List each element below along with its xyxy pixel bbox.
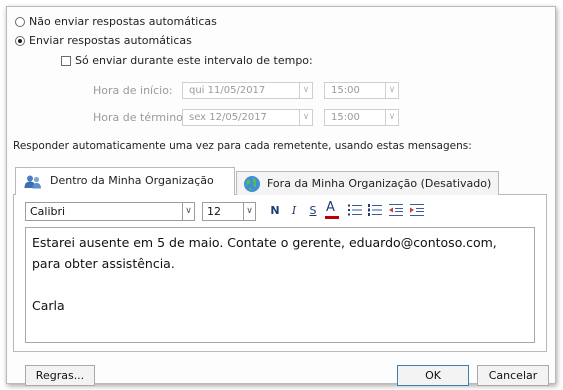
start-time-field[interactable]: 15:00: [324, 82, 386, 99]
font-color-bar: [325, 216, 339, 219]
bold-button[interactable]: N: [268, 204, 282, 217]
font-color-button[interactable]: A: [324, 200, 340, 219]
font-size-field[interactable]: 12: [202, 202, 244, 221]
time-range-label[interactable]: Só enviar durante este intervalo de temp…: [75, 54, 313, 67]
underline-button[interactable]: S: [306, 204, 320, 217]
numbering-icon[interactable]: [367, 203, 383, 217]
font-name-dropdown[interactable]: ∨: [182, 202, 195, 221]
send-auto-reply-label[interactable]: Enviar respostas automáticas: [29, 34, 192, 47]
start-date-field[interactable]: qui 11/05/2017: [182, 82, 300, 99]
chevron-down-icon: ∨: [246, 206, 253, 216]
start-date-dropdown[interactable]: ∨: [299, 82, 313, 99]
chevron-down-icon: ∨: [302, 85, 310, 95]
end-date-field[interactable]: sex 12/05/2017: [182, 109, 300, 126]
rules-button[interactable]: Regras...: [25, 365, 95, 386]
tab-inside-organization-label: Dentro da Minha Organização: [50, 174, 214, 187]
font-name-field[interactable]: Calibri: [25, 202, 183, 221]
end-date-dropdown[interactable]: ∨: [299, 109, 313, 126]
increase-indent-icon[interactable]: [409, 203, 425, 217]
start-time-label: Hora de início:: [93, 84, 173, 97]
message-line: Carla: [32, 298, 65, 313]
decrease-indent-icon[interactable]: [388, 203, 404, 217]
chevron-down-icon: ∨: [185, 206, 192, 216]
no-auto-reply-radio[interactable]: [15, 17, 25, 27]
chevron-down-icon: ∨: [302, 112, 310, 122]
tab-outside-organization-label: Fora da Minha Organização (Desativado): [267, 177, 492, 190]
chevron-down-icon: ∨: [388, 112, 396, 122]
no-auto-reply-label[interactable]: Não enviar respostas automáticas: [29, 15, 217, 28]
instruction-text: Responder automaticamente uma vez para c…: [13, 140, 472, 152]
message-editor[interactable]: Estarei ausente em 5 de maio. Contate o …: [25, 227, 535, 343]
cancel-button[interactable]: Cancelar: [477, 365, 549, 386]
bullets-icon[interactable]: [347, 203, 363, 217]
end-time-label: Hora de término:: [93, 111, 187, 124]
tab-inside-organization[interactable]: Dentro da Minha Organização: [15, 167, 235, 195]
automatic-replies-dialog: Não enviar respostas automáticas Enviar …: [6, 6, 556, 386]
message-line: [32, 274, 528, 295]
start-time-dropdown[interactable]: ∨: [385, 82, 399, 99]
message-line: para obter assistência.: [32, 256, 175, 271]
italic-button[interactable]: I: [287, 204, 301, 217]
end-time-dropdown[interactable]: ∨: [385, 109, 399, 126]
font-color-letter: A: [326, 200, 335, 215]
message-line: Estarei ausente em 5 de maio. Contate o …: [32, 235, 497, 250]
font-size-dropdown[interactable]: ∨: [243, 202, 256, 221]
time-range-checkbox[interactable]: [61, 56, 71, 66]
end-time-field[interactable]: 15:00: [324, 109, 386, 126]
globe-icon: [243, 175, 261, 193]
send-auto-reply-radio[interactable]: [15, 36, 25, 46]
tab-outside-organization[interactable]: Fora da Minha Organização (Desativado): [236, 171, 499, 195]
people-icon: [24, 174, 42, 190]
ok-button[interactable]: OK: [397, 365, 469, 386]
chevron-down-icon: ∨: [388, 85, 396, 95]
